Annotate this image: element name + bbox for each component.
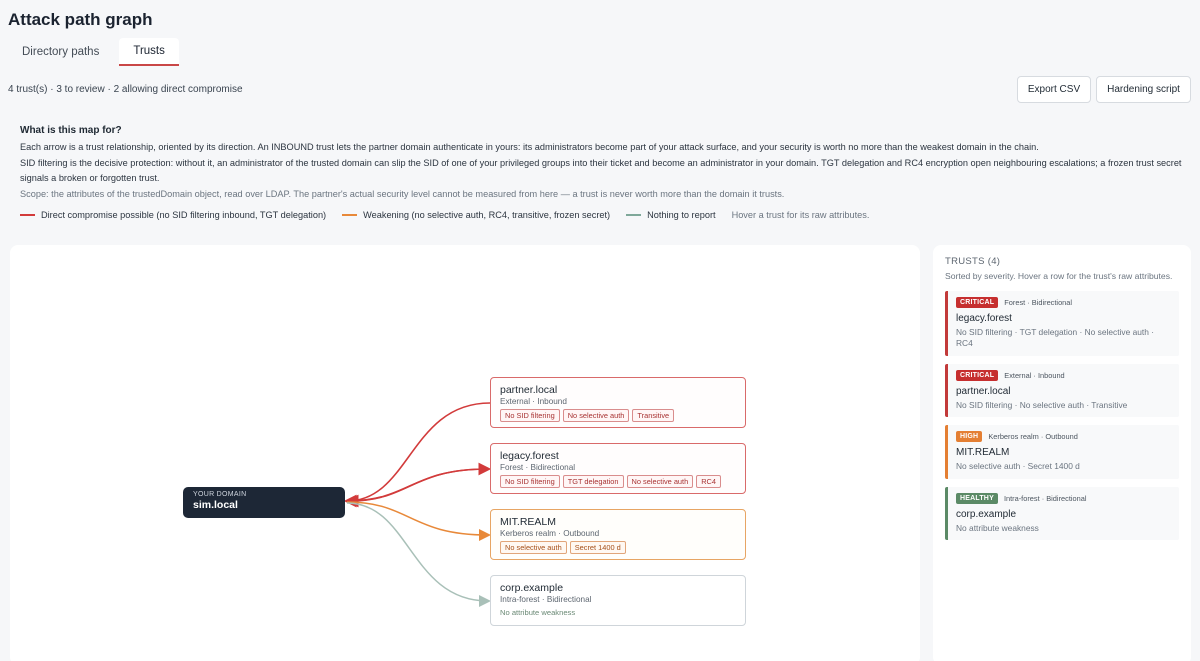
trust-detail: No SID filtering · No selective auth · T… bbox=[956, 399, 1128, 410]
weakness-tag: Transitive bbox=[632, 409, 675, 422]
tab-trusts[interactable]: Trusts bbox=[119, 38, 179, 66]
trust-node-type: Kerberos realm · Outbound bbox=[500, 529, 600, 538]
trust-node-corp-example[interactable]: corp.example Intra-forest · Bidirectiona… bbox=[490, 575, 746, 626]
trust-node-mit-realm[interactable]: MIT.REALM Kerberos realm · Outbound No s… bbox=[490, 509, 746, 560]
trust-node-type: Forest · Bidirectional bbox=[500, 463, 576, 472]
trust-name: partner.local bbox=[956, 385, 1011, 397]
legend-swatch bbox=[20, 214, 35, 216]
your-domain-node[interactable]: YOUR DOMAIN sim.local bbox=[183, 487, 345, 518]
legend: Direct compromise possible (no SID filte… bbox=[20, 210, 869, 220]
trust-summary: 4 trust(s) · 3 to review · 2 allowing di… bbox=[8, 84, 243, 95]
edge-corp-example[interactable] bbox=[346, 502, 491, 607]
trust-node-tags: No selective auth Secret 1400 d bbox=[500, 541, 736, 554]
severity-badge: CRITICAL bbox=[956, 296, 999, 308]
legend-hint: Hover a trust for its raw attributes. bbox=[731, 210, 870, 220]
trust-name: MIT.REALM bbox=[956, 447, 1010, 458]
legend-item-ok: Nothing to report bbox=[626, 210, 716, 220]
trust-meta: Kerberos realm · Outbound bbox=[988, 432, 1078, 441]
trust-name: corp.example bbox=[956, 508, 1017, 520]
weakness-tag: No selective auth bbox=[562, 409, 630, 422]
no-weakness-note: No attribute weakness bbox=[500, 608, 576, 617]
weakness-tag: No selective auth bbox=[626, 475, 694, 488]
weakness-tag: No SID filtering bbox=[500, 409, 560, 422]
hardening-script-button[interactable]: Hardening script bbox=[1096, 76, 1191, 103]
explanation-heading: What is this map for? bbox=[20, 125, 122, 136]
trust-meta: External · Inbound bbox=[1004, 370, 1065, 380]
trust-detail: No attribute weakness bbox=[956, 522, 1039, 533]
legend-swatch bbox=[626, 214, 642, 216]
trust-node-name: partner.local bbox=[500, 384, 558, 396]
trust-node-name: MIT.REALM bbox=[500, 516, 557, 528]
weakness-tag: TGT delegation bbox=[562, 475, 624, 488]
trust-node-type: Intra-forest · Bidirectional bbox=[500, 595, 592, 604]
your-domain-name: sim.local bbox=[193, 499, 238, 511]
export-csv-button[interactable]: Export CSV bbox=[1017, 76, 1091, 103]
trust-node-partner-local[interactable]: partner.local External · Inbound No SID … bbox=[490, 377, 746, 428]
trust-card-legacy-forest[interactable]: CRITICAL Forest · Bidirectional legacy.f… bbox=[945, 290, 1179, 356]
weakness-tag: Secret 1400 d bbox=[569, 541, 626, 554]
trust-name: legacy.forest bbox=[956, 312, 1012, 324]
trust-node-legacy-forest[interactable]: legacy.forest Forest · Bidirectional No … bbox=[490, 443, 746, 494]
scope-note: Scope: the attributes of the trustedDoma… bbox=[20, 189, 785, 200]
trust-detail: No SID filtering · TGT delegation · No s… bbox=[956, 326, 1154, 349]
trust-node-tags: No SID filtering No selective auth Trans… bbox=[500, 409, 736, 422]
trust-node-tags: No SID filtering TGT delegation No selec… bbox=[500, 475, 736, 488]
trust-graph: YOUR DOMAIN sim.local partner.local Exte… bbox=[10, 245, 920, 661]
panel-description: Sorted by severity. Hover a row for the … bbox=[945, 271, 1173, 281]
severity-badge: HEALTHY bbox=[956, 492, 998, 504]
legend-label: Weakening (no selective auth, RC4, trans… bbox=[363, 210, 611, 220]
your-domain-label: YOUR DOMAIN bbox=[193, 491, 247, 498]
explanation-section: What is this map for? Each arrow is a tr… bbox=[20, 123, 1190, 203]
explanation-paragraph: Each arrow is a trust relationship, orie… bbox=[20, 141, 1039, 152]
explanation-paragraph: SID filtering is the decisive protection… bbox=[20, 157, 1182, 184]
trust-card-partner-local[interactable]: CRITICAL External · Inbound partner.loca… bbox=[945, 363, 1179, 417]
weakness-tag: No SID filtering bbox=[500, 475, 560, 488]
tab-directory-paths[interactable]: Directory paths bbox=[8, 38, 113, 66]
tab-bar: Directory paths Trusts bbox=[8, 38, 179, 66]
trusts-panel: TRUSTS (4) Sorted by severity. Hover a r… bbox=[933, 245, 1191, 661]
trust-edges bbox=[343, 402, 492, 607]
trust-node-name: corp.example bbox=[500, 582, 564, 594]
severity-badge: CRITICAL bbox=[956, 369, 999, 381]
legend-item-weakening: Weakening (no selective auth, RC4, trans… bbox=[342, 210, 610, 220]
weakness-tag: No selective auth bbox=[500, 541, 567, 554]
edge-partner-local[interactable] bbox=[343, 402, 491, 508]
page-title: Attack path graph bbox=[8, 10, 153, 29]
legend-swatch bbox=[342, 214, 358, 216]
panel-heading: TRUSTS (4) bbox=[945, 256, 1001, 267]
trust-card-mit-realm[interactable]: HIGH Kerberos realm · Outbound MIT.REALM… bbox=[945, 425, 1179, 479]
legend-label: Direct compromise possible (no SID filte… bbox=[41, 210, 327, 220]
legend-label: Nothing to report bbox=[647, 210, 716, 220]
trust-card-corp-example[interactable]: HEALTHY Intra-forest · Bidirectional cor… bbox=[945, 486, 1179, 540]
trust-meta: Forest · Bidirectional bbox=[1004, 297, 1073, 307]
severity-badge: HIGH bbox=[956, 431, 983, 442]
trust-node-type: External · Inbound bbox=[500, 397, 567, 406]
legend-item-critical: Direct compromise possible (no SID filte… bbox=[20, 210, 326, 220]
weakness-tag: RC4 bbox=[696, 475, 722, 488]
trust-node-name: legacy.forest bbox=[500, 450, 559, 462]
trust-detail: No selective auth · Secret 1400 d bbox=[956, 461, 1080, 471]
trust-meta: Intra-forest · Bidirectional bbox=[1003, 493, 1087, 503]
